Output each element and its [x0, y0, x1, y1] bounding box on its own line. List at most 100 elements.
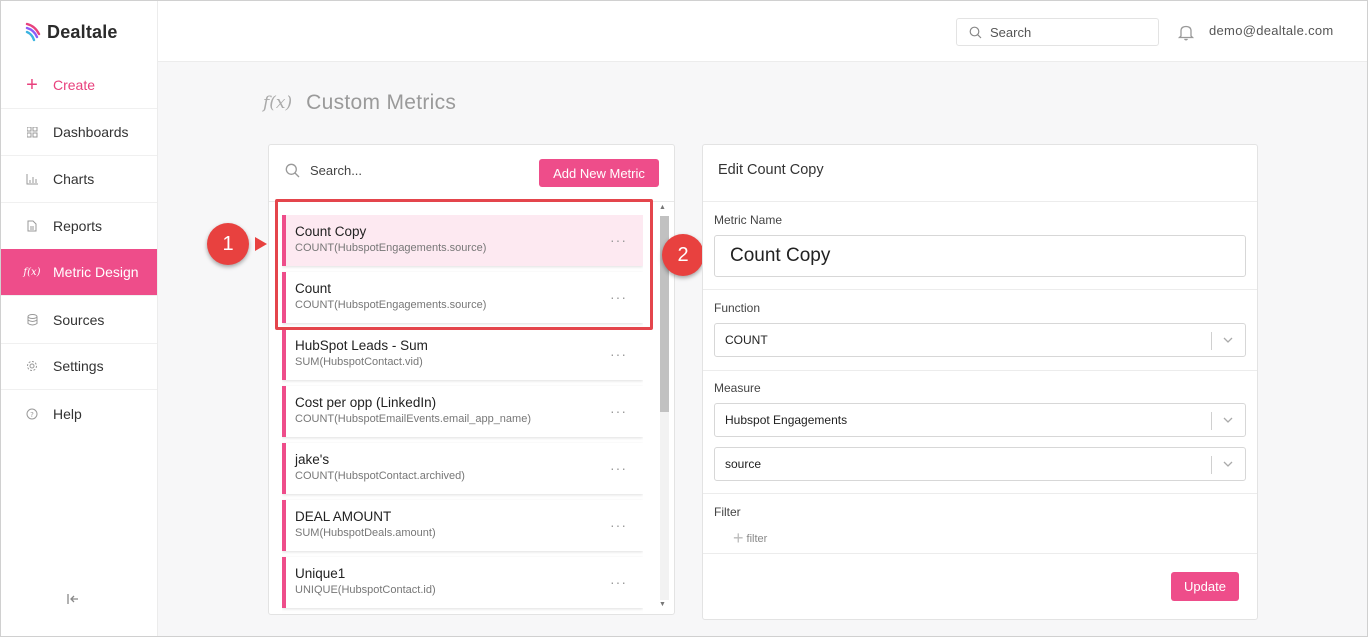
sidebar: Dealtale + Create Dashboards Charts Repo…: [1, 1, 158, 636]
metric-name: Count: [295, 281, 332, 296]
brand[interactable]: Dealtale: [25, 20, 118, 44]
metric-name: HubSpot Leads - Sum: [295, 338, 428, 353]
select-divider: [1211, 456, 1212, 474]
divider: [269, 201, 674, 202]
sidebar-item-dashboards[interactable]: Dashboards: [1, 109, 157, 156]
metric-list-panel: Add New Metric Count Copy COUNT(HubspotE…: [268, 144, 675, 615]
metric-list: Count Copy COUNT(HubspotEngagements.sour…: [282, 215, 643, 613]
global-search[interactable]: [956, 18, 1159, 46]
sidebar-item-charts[interactable]: Charts: [1, 156, 157, 203]
report-icon: [25, 219, 39, 233]
add-filter-button[interactable]: + filter: [733, 528, 767, 549]
metric-formula: COUNT(HubspotEngagements.source): [295, 299, 487, 311]
more-options-icon[interactable]: ···: [610, 460, 627, 476]
measure-table-select[interactable]: Hubspot Engagements: [714, 403, 1246, 437]
list-item[interactable]: DEAL AMOUNT SUM(HubspotDeals.amount) ···: [282, 500, 643, 551]
list-item[interactable]: Unique1 UNIQUE(HubspotContact.id) ···: [282, 557, 643, 608]
metric-formula: SUM(HubspotDeals.amount): [295, 527, 436, 539]
metric-name: DEAL AMOUNT: [295, 509, 392, 524]
select-divider: [1211, 332, 1212, 350]
metric-formula: COUNT(HubspotContact.archived): [295, 470, 465, 482]
add-filter-label: filter: [746, 532, 768, 545]
plus-icon: +: [733, 528, 744, 548]
sidebar-item-create[interactable]: + Create: [1, 62, 157, 109]
metric-name-label: Metric Name: [714, 213, 783, 227]
brand-name: Dealtale: [47, 21, 118, 42]
measure-table-value: Hubspot Engagements: [725, 413, 848, 427]
bell-icon[interactable]: [1177, 23, 1195, 41]
more-options-icon[interactable]: ···: [610, 574, 627, 590]
scroll-down-icon[interactable]: ▼: [659, 601, 666, 608]
collapse-sidebar-icon[interactable]: [65, 591, 81, 607]
metric-search[interactable]: [285, 163, 510, 178]
search-icon: [285, 163, 300, 178]
edit-panel-title: Edit Count Copy: [718, 162, 824, 178]
metric-search-input[interactable]: [310, 163, 510, 178]
svg-text:?: ?: [30, 411, 34, 419]
sidebar-item-label: Reports: [53, 218, 103, 234]
callout-2: 2: [662, 234, 704, 276]
user-email[interactable]: demo@dealtale.com: [1209, 23, 1334, 38]
divider: [703, 370, 1257, 371]
scroll-up-icon[interactable]: ▲: [659, 204, 666, 211]
divider: [703, 289, 1257, 290]
edit-metric-panel: Edit Count Copy Metric Name Function COU…: [702, 144, 1258, 620]
sidebar-item-reports[interactable]: Reports: [1, 203, 157, 250]
measure-field-select[interactable]: source: [714, 447, 1246, 481]
global-search-input[interactable]: [990, 24, 1140, 40]
search-icon: [969, 26, 982, 38]
metric-formula: UNIQUE(HubspotContact.id): [295, 584, 436, 596]
help-icon: ?: [25, 407, 39, 421]
divider: [703, 201, 1257, 202]
sidebar-item-label: Help: [53, 405, 82, 422]
more-options-icon[interactable]: ···: [610, 346, 627, 362]
list-item[interactable]: Count COUNT(HubspotEngagements.source) ·…: [282, 272, 643, 323]
callout-arrow: [255, 237, 267, 251]
metric-name: Unique1: [295, 566, 346, 581]
metric-formula: SUM(HubspotContact.vid): [295, 356, 423, 368]
more-options-icon[interactable]: ···: [610, 289, 627, 305]
select-divider: [1211, 412, 1212, 430]
list-item[interactable]: HubSpot Leads - Sum SUM(HubspotContact.v…: [282, 329, 643, 380]
database-icon: [25, 313, 39, 327]
sidebar-item-label: Charts: [53, 171, 95, 187]
sidebar-item-help[interactable]: ? Help: [1, 390, 157, 437]
list-item[interactable]: jake's COUNT(HubspotContact.archived) ··…: [282, 443, 643, 494]
chevron-down-icon: [1223, 337, 1233, 343]
more-options-icon[interactable]: ···: [610, 232, 627, 248]
sidebar-item-label: Dashboards: [53, 124, 129, 140]
fx-icon: f(x): [263, 93, 293, 113]
sidebar-item-metric-design[interactable]: f(x) Metric Design: [1, 249, 157, 296]
measure-label: Measure: [714, 381, 761, 395]
sidebar-item-settings[interactable]: Settings: [1, 343, 157, 390]
sidebar-item-label: Create: [53, 77, 96, 93]
metric-name: jake's: [295, 452, 330, 467]
function-label: Function: [714, 301, 761, 315]
function-select[interactable]: COUNT: [714, 323, 1246, 357]
measure-field-value: source: [725, 457, 762, 471]
metric-name: Count Copy: [295, 224, 367, 239]
sidebar-item-sources[interactable]: Sources: [1, 297, 157, 344]
sidebar-item-label: Metric Design: [53, 264, 139, 280]
chart-icon: [25, 172, 39, 186]
filter-label: Filter: [714, 505, 741, 519]
metric-name: Cost per opp (LinkedIn): [295, 395, 437, 410]
more-options-icon[interactable]: ···: [610, 403, 627, 419]
metric-formula: COUNT(HubspotEngagements.source): [295, 242, 487, 254]
more-options-icon[interactable]: ···: [610, 517, 627, 533]
list-item[interactable]: Count Copy COUNT(HubspotEngagements.sour…: [282, 215, 643, 266]
page-title: f(x) Custom Metrics: [263, 91, 456, 115]
dashboard-icon: [25, 125, 39, 139]
add-new-metric-button[interactable]: Add New Metric: [539, 159, 659, 187]
sidebar-item-label: Sources: [53, 312, 105, 328]
metric-name-input[interactable]: [714, 235, 1246, 277]
list-item[interactable]: Cost per opp (LinkedIn) COUNT(HubspotEma…: [282, 386, 643, 437]
divider: [703, 553, 1257, 554]
plus-icon: +: [26, 73, 38, 96]
sidebar-item-label: Settings: [53, 358, 104, 374]
metric-formula: COUNT(HubspotEmailEvents.email_app_name): [295, 413, 531, 425]
page-title-text: Custom Metrics: [306, 91, 457, 114]
update-button[interactable]: Update: [1171, 572, 1239, 601]
chevron-down-icon: [1223, 417, 1233, 423]
dealtale-logo-icon: [25, 22, 41, 42]
